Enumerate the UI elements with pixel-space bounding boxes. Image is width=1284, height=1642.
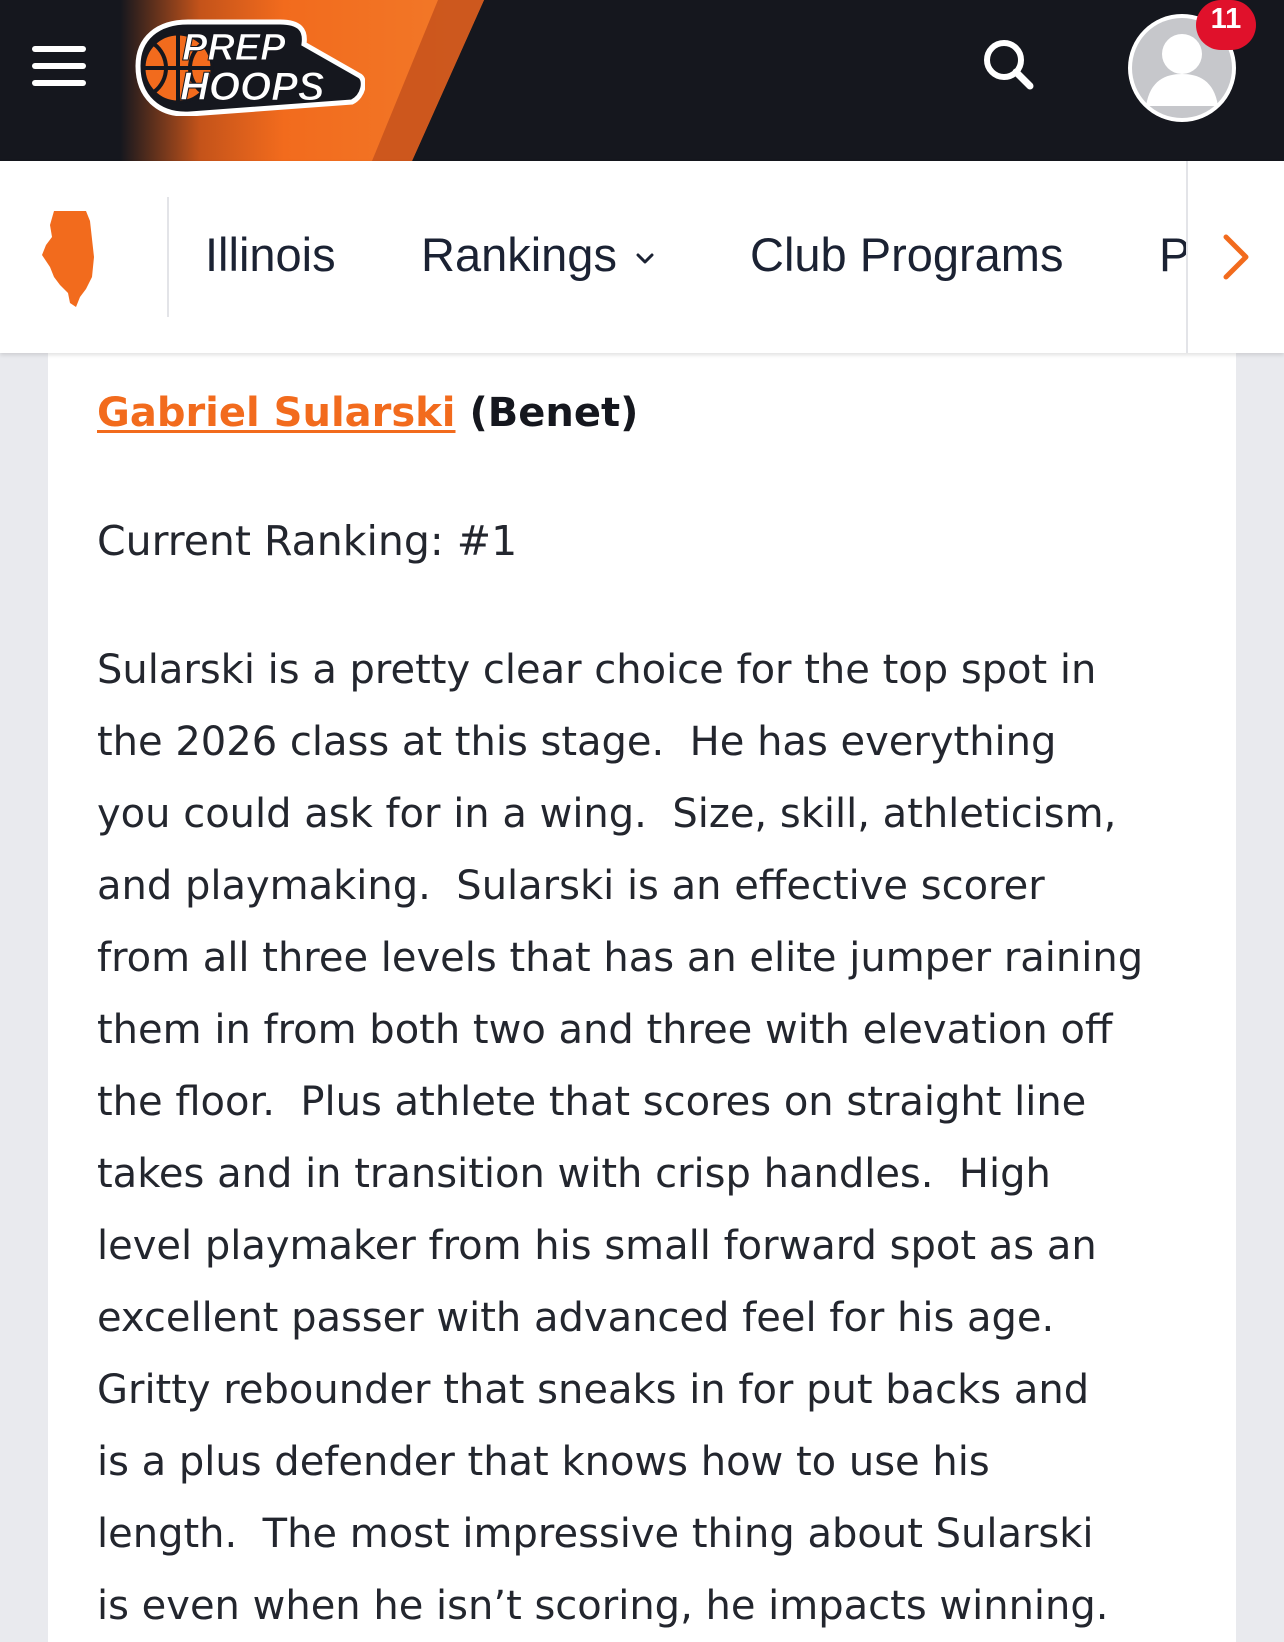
scouting-report: Sularski is a pretty clear choice for th… (97, 634, 1143, 1642)
illinois-state-icon[interactable] (40, 207, 104, 311)
nav-item-illinois[interactable]: Illinois (205, 223, 336, 287)
notification-badge[interactable]: 11 (1196, 0, 1256, 50)
nav-item-rankings-label: Rankings (421, 228, 617, 281)
current-ranking: Current Ranking: #1 (97, 517, 518, 565)
nav-item-rankings[interactable]: Rankings (421, 223, 655, 287)
report-line: the floor. Plus athlete that scores on s… (97, 1079, 1087, 1125)
report-line: excellent passer with advanced feel for … (97, 1295, 1055, 1341)
report-line: is a plus defender that knows how to use… (97, 1439, 990, 1485)
nav-divider (167, 197, 169, 317)
chevron-down-icon (636, 253, 654, 264)
nav-item-truncated-clip: P (1145, 223, 1186, 287)
hamburger-menu-icon[interactable] (30, 42, 88, 90)
report-line: takes and in transition with crisp handl… (97, 1151, 1051, 1197)
nav-item-club-programs[interactable]: Club Programs (750, 223, 1063, 287)
report-line: level playmaker from his small forward s… (97, 1223, 1097, 1269)
report-line: them in from both two and three with ele… (97, 1007, 1113, 1053)
player-heading: Gabriel Sularski (Benet) (97, 388, 638, 438)
nav-item-truncated[interactable]: P (1159, 223, 1186, 287)
article-card: Gabriel Sularski (Benet) Current Ranking… (48, 320, 1236, 1642)
report-line: is even when he isn’t scoring, he impact… (97, 1583, 1109, 1629)
chevron-right-icon[interactable] (1210, 231, 1262, 283)
logo-text-hoops: HOOPS (180, 65, 325, 109)
report-line: Gritty rebounder that sneaks in for put … (97, 1367, 1090, 1413)
nav-right-divider (1186, 161, 1188, 353)
player-school: (Benet) (469, 390, 639, 436)
state-nav-bar: Illinois Rankings Club Programs P (0, 161, 1284, 353)
report-line: Sularski is a pretty clear choice for th… (97, 647, 1097, 693)
top-header: PREP HOOPS 11 (0, 0, 1284, 161)
report-line: the 2026 class at this stage. He has eve… (97, 719, 1057, 765)
report-line: length. The most impressive thing about … (97, 1511, 1094, 1557)
player-name-link[interactable]: Gabriel Sularski (97, 390, 456, 436)
logo-text-prep: PREP (182, 27, 286, 69)
report-line: and playmaking. Sularski is an effective… (97, 863, 1045, 909)
prep-hoops-logo[interactable]: PREP HOOPS (130, 16, 365, 116)
report-line: from all three levels that has an elite … (97, 935, 1144, 981)
search-icon[interactable] (978, 34, 1038, 94)
report-line: you could ask for in a wing. Size, skill… (97, 791, 1117, 837)
